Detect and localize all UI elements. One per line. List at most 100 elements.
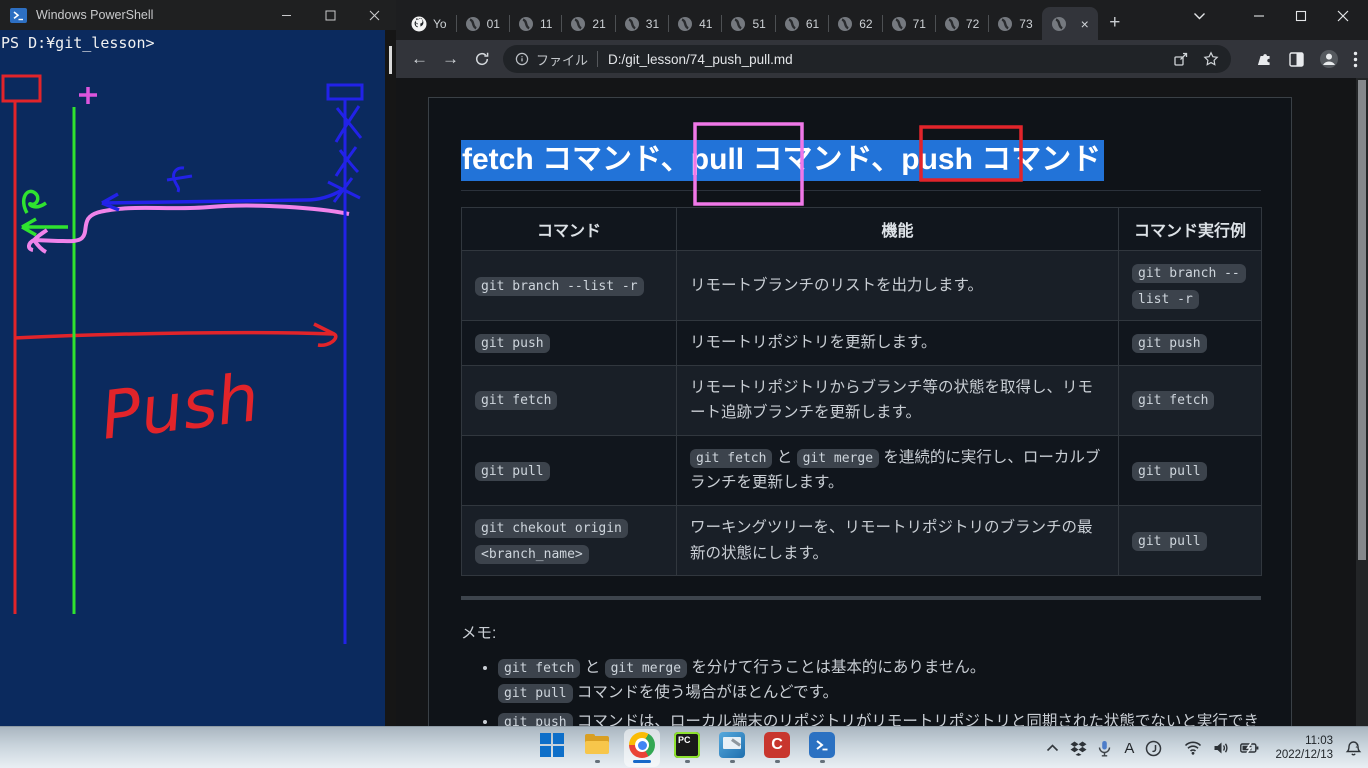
browser-tab-github[interactable]: Yo [402,7,456,40]
table-column-header: コマンド実行例 [1119,208,1262,251]
table-column-header: 機能 [677,208,1119,251]
ime-mode-indicator[interactable]: A [1124,740,1134,757]
tab-strip: Yo 01112131 41 51 61 62 717273 × + [396,0,1368,40]
file-explorer-icon [584,732,610,758]
browser-window-controls [1178,0,1364,32]
example-cell: git push [1119,321,1262,366]
new-tab-button[interactable]: + [1102,10,1128,36]
table-row: git fetchリモートリポジトリからブランチ等の状態を取得し、リモート追跡ブ… [462,365,1262,435]
taskbar-app-camtasia[interactable]: C [759,729,795,767]
back-button[interactable]: ← [404,44,435,75]
taskbar-app-explorer[interactable] [579,729,615,767]
tab-close-button[interactable]: × [1081,17,1089,31]
svg-text:z: z [1356,743,1359,749]
github-favicon [411,16,427,32]
forward-button[interactable]: → [435,44,466,75]
markdown-page-favicon [624,16,640,32]
browser-maximize-button[interactable] [1280,0,1322,32]
inline-code: git pull [1132,462,1207,481]
page-info-icon[interactable] [515,52,529,66]
tab-label: 62 [859,17,872,31]
inline-code: git fetch [690,449,772,468]
tab-label: Yo [433,17,447,31]
inline-code: git merge [605,659,687,678]
screen-annotate-icon [719,732,745,758]
battery-icon[interactable] [1240,742,1259,754]
system-tray: A 11:03 2022/12/13 z [1035,727,1362,768]
kebab-menu-icon[interactable] [1353,51,1358,68]
taskbar-app-chrome[interactable] [624,729,660,767]
browser-close-button[interactable] [1322,0,1364,32]
browser-tab-73[interactable]: 73 [988,7,1041,40]
ps-scrollbar[interactable] [385,30,396,726]
browser-tab-51[interactable]: 51 [721,7,774,40]
address-url[interactable]: D:/git_lesson/74_push_pull.md [608,52,793,67]
browser-tab-11[interactable]: 11 [509,7,561,40]
volume-icon[interactable] [1213,741,1229,755]
browser-tab-62[interactable]: 62 [828,7,881,40]
browser-window: Yo 01112131 41 51 61 62 717273 × + ← → ファイル [396,0,1368,726]
camtasia-icon: C [764,732,790,758]
taskbar-app-pycharm[interactable]: PC [669,729,705,767]
browser-tab-21[interactable]: 21 [561,7,614,40]
wifi-icon[interactable] [1184,741,1202,755]
browser-tab-61[interactable]: 61 [775,7,828,40]
browser-tab-71[interactable]: 71 [882,7,935,40]
share-icon[interactable] [1173,52,1189,67]
example-cell: git branch --list -r [1119,251,1262,321]
bookmark-star-icon[interactable] [1203,51,1219,67]
example-cell: git pull [1119,435,1262,505]
tab-search-chevron-icon[interactable] [1178,0,1220,32]
table-row: git pushリモートリポジトリを更新します。git push [462,321,1262,366]
microphone-icon[interactable] [1098,740,1111,757]
powershell-titlebar[interactable]: Windows PowerShell [0,0,396,30]
tab-label: 61 [806,17,819,31]
browser-tab-72[interactable]: 72 [935,7,988,40]
clock-app-icon[interactable] [1145,740,1162,757]
inline-code: git push [498,713,573,726]
markdown-page-favicon [730,16,746,32]
inline-code: git chekout origin <branch_name> [475,519,628,564]
ps-scrollbar-thumb[interactable] [389,46,392,74]
dropbox-icon[interactable] [1070,741,1087,756]
page-scrollbar[interactable] [1356,78,1368,726]
tab-label: 41 [699,17,712,31]
reload-button[interactable] [466,44,497,75]
tray-clock[interactable]: 11:03 2022/12/13 [1275,734,1333,762]
inline-code: git fetch [498,659,580,678]
command-cell: git fetch [462,365,677,435]
ps-maximize-button[interactable] [308,0,352,30]
powershell-taskbar-icon [809,732,835,758]
taskbar-app-powershell[interactable] [804,729,840,767]
example-cell: git fetch [1119,365,1262,435]
address-scheme-label: ファイル [536,50,588,69]
function-cell: ワーキングツリーを、リモートリポジトリのブランチの最新の状態にします。 [677,505,1119,575]
powershell-title: Windows PowerShell [36,8,153,22]
browser-tab-41[interactable]: 41 [668,7,721,40]
browser-tab-active[interactable]: × [1042,7,1098,40]
markdown-page-favicon [465,16,481,32]
notification-bell-icon[interactable]: z [1345,740,1362,757]
git-command-table: コマンド機能コマンド実行例 git branch --list -rリモートブラ… [461,207,1262,576]
inline-code: git fetch [1132,391,1214,410]
browser-tab-31[interactable]: 31 [615,7,668,40]
inline-code: git merge [797,449,879,468]
extensions-puzzle-icon[interactable] [1257,51,1274,68]
profile-avatar[interactable] [1319,49,1339,69]
selected-heading-text: fetch コマンド、pull コマンド、push コマンド [461,140,1104,181]
ps-close-button[interactable] [352,0,396,30]
table-row: git chekout origin <branch_name> ワーキングツリー… [462,505,1262,575]
tab-strip-tabs: Yo 01112131 41 51 61 62 717273 × [402,7,1098,40]
inline-code: git branch --list -r [1132,264,1246,309]
ps-minimize-button[interactable] [264,0,308,30]
browser-minimize-button[interactable] [1238,0,1280,32]
powershell-window: Windows PowerShell PS D:¥git_lesson> [0,0,396,726]
browser-tab-01[interactable]: 01 [456,7,509,40]
dark-reader-icon[interactable] [1288,51,1305,68]
address-bar[interactable]: ファイル D:/git_lesson/74_push_pull.md [503,45,1231,73]
page-scrollbar-thumb[interactable] [1358,80,1366,560]
taskbar-app-zoomit[interactable] [714,729,750,767]
start-button[interactable] [534,729,570,767]
powershell-console[interactable]: PS D:¥git_lesson> [0,30,385,726]
tray-chevron-up-icon[interactable] [1046,744,1059,752]
